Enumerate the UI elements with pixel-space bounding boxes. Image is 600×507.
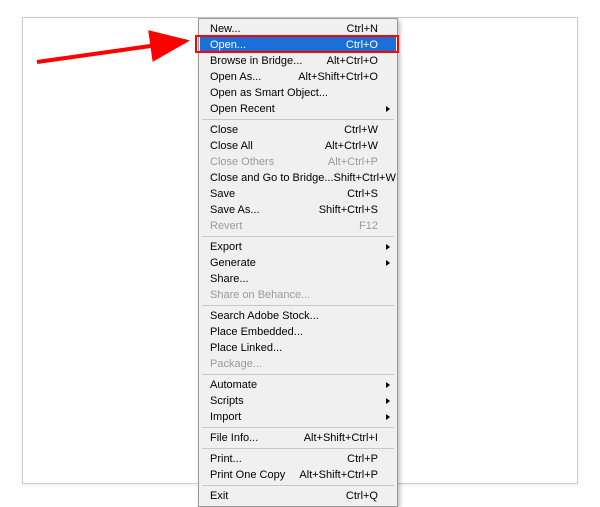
menu-item-save-as[interactable]: Save As...Shift+Ctrl+S	[200, 202, 396, 218]
menu-item-label: Revert	[210, 220, 359, 232]
menu-item-shortcut: Ctrl+Q	[346, 490, 378, 502]
menu-separator	[202, 236, 394, 237]
menu-item-export[interactable]: Export	[200, 239, 396, 255]
menu-item-label: Import	[210, 411, 378, 423]
menu-item-shortcut: Ctrl+P	[347, 453, 378, 465]
menu-item-label: Share on Behance...	[210, 289, 378, 301]
menu-separator	[202, 427, 394, 428]
menu-item-label: Save As...	[210, 204, 319, 216]
menu-item-shortcut: Alt+Ctrl+O	[327, 55, 378, 67]
menu-item-shortcut: Ctrl+W	[344, 124, 378, 136]
menu-item-package: Package...	[200, 356, 396, 372]
menu-item-open-as-smart-object[interactable]: Open as Smart Object...	[200, 85, 396, 101]
menu-item-label: Print One Copy	[210, 469, 299, 481]
menu-separator	[202, 374, 394, 375]
menu-item-scripts[interactable]: Scripts	[200, 393, 396, 409]
menu-item-shortcut: F12	[359, 220, 378, 232]
menu-item-shortcut: Ctrl+O	[346, 39, 378, 51]
menu-item-label: Close All	[210, 140, 325, 152]
menu-item-shortcut: Shift+Ctrl+W	[334, 172, 396, 184]
menu-item-label: Open As...	[210, 71, 298, 83]
menu-item-label: Exit	[210, 490, 346, 502]
menu-item-place-linked[interactable]: Place Linked...	[200, 340, 396, 356]
menu-item-shortcut: Shift+Ctrl+S	[319, 204, 378, 216]
menu-item-shortcut: Alt+Ctrl+W	[325, 140, 378, 152]
menu-item-automate[interactable]: Automate	[200, 377, 396, 393]
submenu-arrow-icon	[386, 260, 390, 266]
menu-item-label: Package...	[210, 358, 378, 370]
menu-item-label: Save	[210, 188, 347, 200]
menu-item-label: Close	[210, 124, 344, 136]
file-menu: New...Ctrl+NOpen...Ctrl+OBrowse in Bridg…	[198, 18, 398, 507]
menu-item-label: Automate	[210, 379, 378, 391]
menu-item-shortcut: Alt+Shift+Ctrl+O	[298, 71, 378, 83]
menu-item-open-recent[interactable]: Open Recent	[200, 101, 396, 117]
menu-item-print-one-copy[interactable]: Print One CopyAlt+Shift+Ctrl+P	[200, 467, 396, 483]
menu-item-share[interactable]: Share...	[200, 271, 396, 287]
menu-item-close[interactable]: CloseCtrl+W	[200, 122, 396, 138]
menu-item-shortcut: Alt+Shift+Ctrl+I	[304, 432, 378, 444]
menu-item-print[interactable]: Print...Ctrl+P	[200, 451, 396, 467]
menu-item-generate[interactable]: Generate	[200, 255, 396, 271]
menu-item-close-and-go-to-bridge[interactable]: Close and Go to Bridge...Shift+Ctrl+W	[200, 170, 396, 186]
menu-item-label: Export	[210, 241, 378, 253]
menu-item-label: Browse in Bridge...	[210, 55, 327, 67]
menu-item-shortcut: Alt+Ctrl+P	[328, 156, 378, 168]
submenu-arrow-icon	[386, 106, 390, 112]
menu-item-open[interactable]: Open...Ctrl+O	[200, 37, 396, 53]
menu-item-label: Close Others	[210, 156, 328, 168]
menu-item-label: Search Adobe Stock...	[210, 310, 378, 322]
menu-item-label: Close and Go to Bridge...	[210, 172, 334, 184]
menu-item-save[interactable]: SaveCtrl+S	[200, 186, 396, 202]
submenu-arrow-icon	[386, 398, 390, 404]
menu-separator	[202, 119, 394, 120]
menu-item-search-adobe-stock[interactable]: Search Adobe Stock...	[200, 308, 396, 324]
menu-item-label: Open...	[210, 39, 346, 51]
menu-item-close-others: Close OthersAlt+Ctrl+P	[200, 154, 396, 170]
menu-separator	[202, 485, 394, 486]
menu-item-label: Open as Smart Object...	[210, 87, 378, 99]
menu-item-import[interactable]: Import	[200, 409, 396, 425]
submenu-arrow-icon	[386, 382, 390, 388]
menu-item-shortcut: Alt+Shift+Ctrl+P	[299, 469, 378, 481]
menu-item-label: Open Recent	[210, 103, 378, 115]
menu-item-label: Share...	[210, 273, 378, 285]
menu-item-new[interactable]: New...Ctrl+N	[200, 21, 396, 37]
menu-item-label: Generate	[210, 257, 378, 269]
menu-item-label: Scripts	[210, 395, 378, 407]
menu-item-share-on-behance: Share on Behance...	[200, 287, 396, 303]
menu-item-label: File Info...	[210, 432, 304, 444]
menu-item-label: New...	[210, 23, 347, 35]
menu-item-place-embedded[interactable]: Place Embedded...	[200, 324, 396, 340]
menu-separator	[202, 448, 394, 449]
menu-item-shortcut: Ctrl+N	[347, 23, 378, 35]
menu-item-revert: RevertF12	[200, 218, 396, 234]
menu-item-label: Place Linked...	[210, 342, 378, 354]
submenu-arrow-icon	[386, 244, 390, 250]
menu-item-label: Place Embedded...	[210, 326, 378, 338]
menu-item-file-info[interactable]: File Info...Alt+Shift+Ctrl+I	[200, 430, 396, 446]
menu-item-exit[interactable]: ExitCtrl+Q	[200, 488, 396, 504]
menu-item-label: Print...	[210, 453, 347, 465]
menu-item-open-as[interactable]: Open As...Alt+Shift+Ctrl+O	[200, 69, 396, 85]
menu-item-close-all[interactable]: Close AllAlt+Ctrl+W	[200, 138, 396, 154]
menu-item-shortcut: Ctrl+S	[347, 188, 378, 200]
menu-separator	[202, 305, 394, 306]
submenu-arrow-icon	[386, 414, 390, 420]
menu-item-browse-in-bridge[interactable]: Browse in Bridge...Alt+Ctrl+O	[200, 53, 396, 69]
